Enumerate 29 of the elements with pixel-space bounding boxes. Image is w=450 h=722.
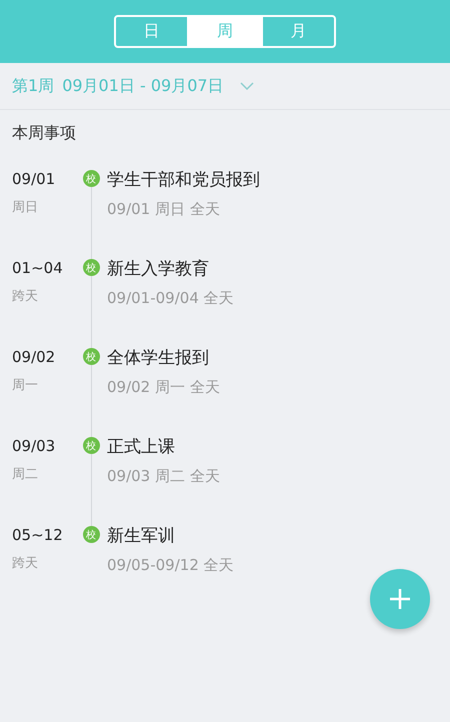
category-badge: 校 [82,259,100,276]
event-weekday: 周日 [12,199,39,216]
event-date: 09/03 [12,437,56,455]
event-time: 09/03 周二 全天 [107,467,220,486]
event-date: 05~12 [12,526,64,544]
event-time: 09/01-09/04 全天 [107,289,234,308]
event-date: 01~04 [12,259,64,277]
category-badge: 校 [82,526,100,543]
section-title: 本周事项 [11,122,77,144]
category-badge: 校 [82,170,100,187]
event-title[interactable]: 新生入学教育 [107,259,234,279]
event-time: 09/01 周日 全天 [107,200,221,219]
event-date: 09/02 [12,348,56,366]
add-button[interactable] [370,569,430,629]
event-title[interactable]: 正式上课 [107,437,220,457]
event-date: 09/01 [12,170,56,188]
event-weekday: 跨天 [12,555,39,572]
plus-icon [389,588,411,610]
event-title[interactable]: 全体学生报到 [107,348,220,368]
event-weekday: 跨天 [12,288,39,305]
event-time: 09/05-09/12 全天 [107,556,234,575]
event-weekday: 周一 [12,377,39,394]
event-time: 09/02 周一 全天 [107,378,220,397]
category-badge: 校 [82,348,100,365]
chevron-down-icon [240,82,254,90]
event-title[interactable]: 新生军训 [107,526,234,546]
category-badge: 校 [82,437,100,454]
event-title[interactable]: 学生干部和党员报到 [107,170,260,190]
event-weekday: 周二 [12,466,39,483]
